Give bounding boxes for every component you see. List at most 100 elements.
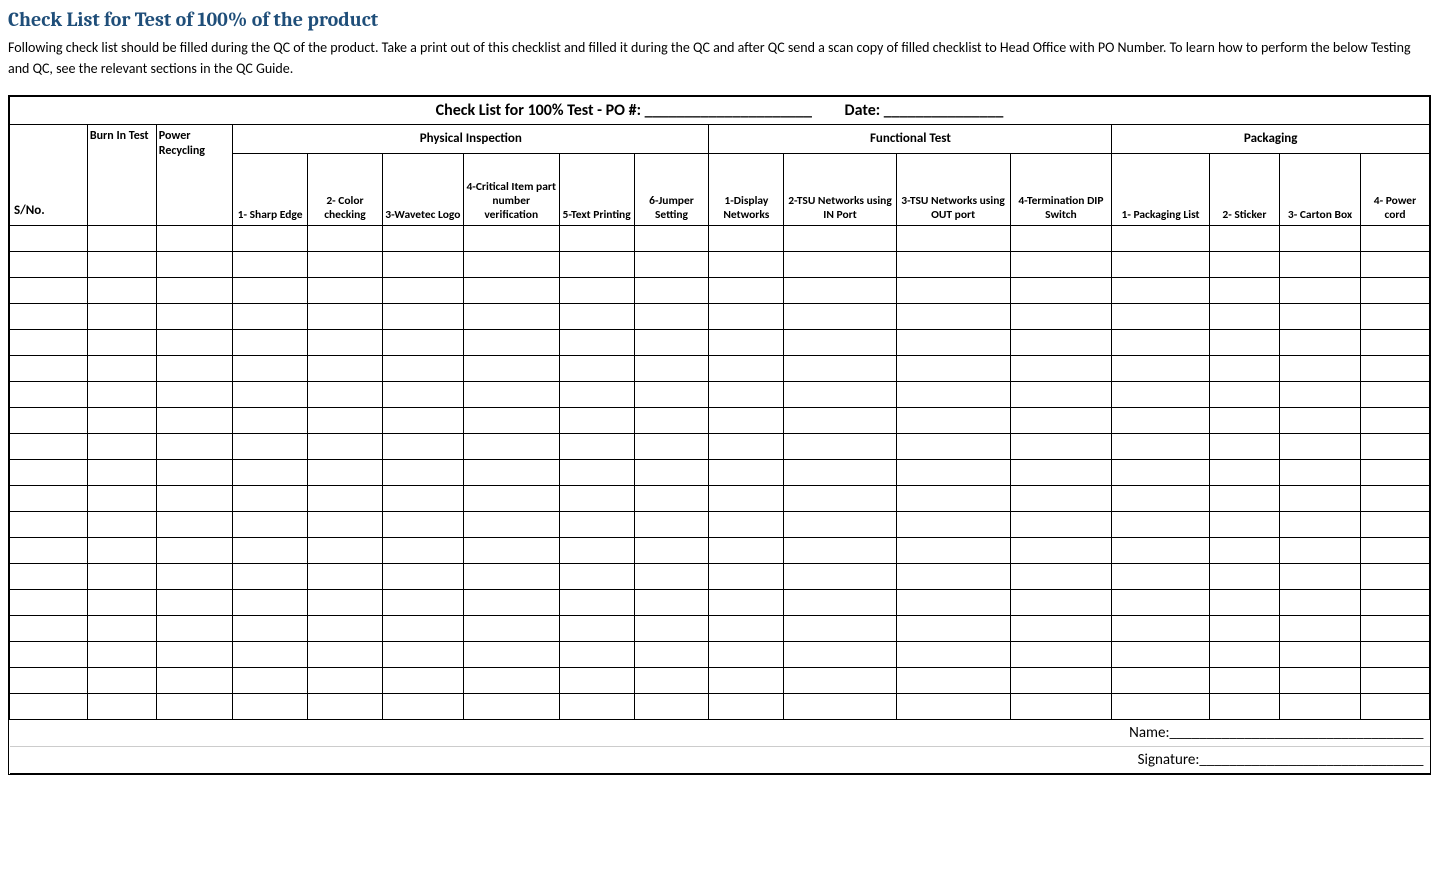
table-cell (156, 407, 232, 433)
table-cell (463, 251, 559, 277)
table-cell (634, 537, 709, 563)
table-cell (896, 693, 1010, 719)
table-row (10, 251, 1430, 277)
table-cell (634, 329, 709, 355)
table-cell (559, 329, 634, 355)
table-cell (1360, 485, 1429, 511)
table-cell (87, 303, 156, 329)
table-cell (1280, 355, 1361, 381)
table-cell (308, 667, 383, 693)
table-cell (1360, 225, 1429, 251)
table-cell (1360, 537, 1429, 563)
table-cell (1112, 563, 1209, 589)
table-cell (87, 277, 156, 303)
table-cell (10, 667, 88, 693)
table-cell (784, 407, 896, 433)
table-cell (1209, 537, 1279, 563)
footer-signature: Signature:______________________________ (10, 746, 1430, 773)
table-cell (1010, 251, 1112, 277)
table-cell (156, 537, 232, 563)
col-pi6: 6-Jumper Setting (634, 153, 709, 225)
table-cell (87, 459, 156, 485)
table-cell (896, 433, 1010, 459)
table-cell (1360, 251, 1429, 277)
table-cell (634, 563, 709, 589)
table-row (10, 407, 1430, 433)
col-ft1: 1-Display Networks (709, 153, 784, 225)
table-cell (784, 641, 896, 667)
table-cell (308, 563, 383, 589)
table-cell (156, 329, 232, 355)
checklist-table: Check List for 100% Test - PO #: _______… (9, 96, 1430, 774)
table-cell (1280, 485, 1361, 511)
table-cell (1010, 537, 1112, 563)
table-cell (382, 615, 463, 641)
table-cell (10, 693, 88, 719)
table-cell (87, 251, 156, 277)
table-cell (233, 277, 308, 303)
table-row (10, 329, 1430, 355)
table-cell (87, 511, 156, 537)
table-cell (233, 667, 308, 693)
table-cell (308, 693, 383, 719)
table-cell (1209, 485, 1279, 511)
table-cell (463, 615, 559, 641)
table-cell (1209, 563, 1279, 589)
table-cell (1209, 511, 1279, 537)
table-cell (1112, 511, 1209, 537)
table-cell (559, 277, 634, 303)
table-cell (308, 615, 383, 641)
table-cell (87, 641, 156, 667)
table-cell (156, 355, 232, 381)
table-cell (463, 537, 559, 563)
table-cell (308, 225, 383, 251)
table-cell (1209, 407, 1279, 433)
table-cell (308, 537, 383, 563)
table-cell (308, 277, 383, 303)
table-row (10, 537, 1430, 563)
table-cell (896, 329, 1010, 355)
table-cell (1360, 615, 1429, 641)
table-row (10, 355, 1430, 381)
table-cell (709, 251, 784, 277)
table-cell (1112, 433, 1209, 459)
footer-name: Name:__________________________________ (10, 719, 1430, 746)
table-title: Check List for 100% Test - PO #: _______… (10, 97, 1430, 125)
table-cell (233, 511, 308, 537)
table-row (10, 693, 1430, 719)
table-cell (559, 355, 634, 381)
table-cell (233, 251, 308, 277)
table-cell (233, 589, 308, 615)
table-cell (382, 667, 463, 693)
table-cell (896, 667, 1010, 693)
table-cell (1280, 277, 1361, 303)
table-cell (10, 485, 88, 511)
table-cell (896, 303, 1010, 329)
table-cell (87, 329, 156, 355)
table-cell (559, 693, 634, 719)
table-cell (1010, 667, 1112, 693)
table-cell (1360, 563, 1429, 589)
table-cell (559, 459, 634, 485)
table-row (10, 225, 1430, 251)
table-cell (156, 693, 232, 719)
table-cell (1010, 381, 1112, 407)
table-cell (1010, 355, 1112, 381)
table-cell (87, 615, 156, 641)
table-cell (634, 641, 709, 667)
table-cell (1112, 277, 1209, 303)
table-cell (634, 667, 709, 693)
table-cell (308, 329, 383, 355)
table-cell (1010, 303, 1112, 329)
table-cell (308, 355, 383, 381)
table-cell (1112, 329, 1209, 355)
table-cell (463, 433, 559, 459)
table-cell (896, 251, 1010, 277)
table-row (10, 641, 1430, 667)
table-cell (87, 537, 156, 563)
table-cell (233, 615, 308, 641)
table-cell (559, 511, 634, 537)
table-cell (382, 459, 463, 485)
table-cell (87, 563, 156, 589)
table-cell (87, 355, 156, 381)
